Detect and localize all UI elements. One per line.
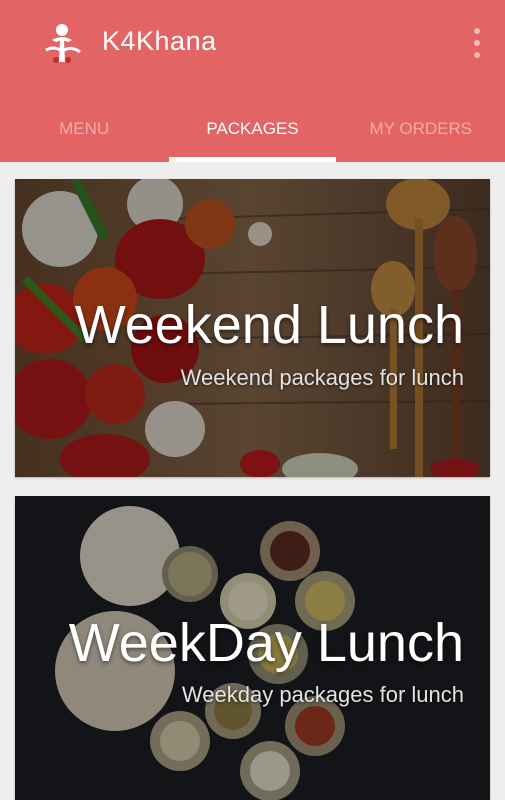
app-title: K4Khana [102, 26, 217, 56]
overflow-menu-icon[interactable] [466, 26, 488, 60]
chef-logo-icon [38, 20, 86, 68]
tab-packages[interactable]: PACKAGES [168, 95, 336, 162]
tab-my-orders[interactable]: MY ORDERS [337, 95, 505, 162]
app-bar: K4Khana MENU PACKAGES MY ORDERS [0, 0, 505, 162]
tab-menu[interactable]: MENU [0, 95, 168, 162]
tab-bar: MENU PACKAGES MY ORDERS [0, 95, 505, 162]
package-card-weekend-lunch[interactable]: Weekend Lunch Weekend packages for lunch [15, 179, 490, 477]
package-subtitle: Weekend packages for lunch [180, 365, 464, 390]
package-title: WeekDay Lunch [68, 613, 464, 673]
package-card-weekday-lunch[interactable]: WeekDay Lunch Weekday packages for lunch [15, 496, 490, 800]
package-subtitle: Weekday packages for lunch [181, 682, 464, 707]
package-title: Weekend Lunch [74, 295, 464, 355]
